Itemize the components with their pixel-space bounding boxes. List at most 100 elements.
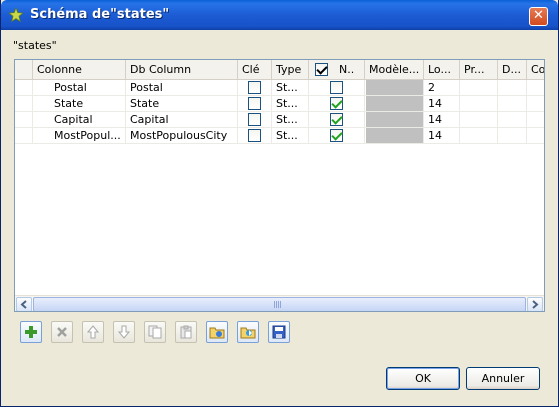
cell-cle[interactable] <box>238 128 272 144</box>
arrow-up-icon <box>86 325 100 339</box>
cell-cle[interactable] <box>238 96 272 112</box>
cell-commentaire[interactable] <box>527 96 544 112</box>
cell-longueur[interactable]: 14 <box>424 112 460 128</box>
key-checkbox[interactable] <box>248 129 261 142</box>
cancel-button[interactable]: Annuler <box>466 367 540 390</box>
cell-colonne[interactable]: Postal <box>33 80 126 96</box>
header-type[interactable]: Type <box>272 60 309 80</box>
cell-precision[interactable] <box>460 96 498 112</box>
header-nullable-label: N.. <box>339 63 355 76</box>
cell-defaut[interactable] <box>498 128 527 144</box>
remove-row-button[interactable] <box>51 321 73 343</box>
cell-modele[interactable] <box>365 96 424 112</box>
scroll-right-button[interactable] <box>527 297 543 311</box>
table-row[interactable]: MostPopul... MostPopulousCity St... 14 <box>15 128 544 144</box>
cell-commentaire[interactable] <box>527 128 544 144</box>
table-header: Colonne Db Column Clé Type N.. Modèle...… <box>15 60 544 80</box>
row-selector[interactable] <box>15 80 33 96</box>
move-down-button[interactable] <box>113 321 135 343</box>
save-icon <box>272 325 286 339</box>
cell-colonne[interactable]: MostPopul... <box>33 128 126 144</box>
cell-commentaire[interactable] <box>527 112 544 128</box>
select-all-nullable-checkbox[interactable] <box>315 63 328 76</box>
table-row[interactable]: State State St... 14 <box>15 96 544 112</box>
chevron-left-icon <box>20 300 27 309</box>
header-modele[interactable]: Modèle... <box>365 60 424 80</box>
row-selector[interactable] <box>15 128 33 144</box>
cell-cle[interactable] <box>238 112 272 128</box>
nullable-checkbox[interactable] <box>330 97 343 110</box>
cell-db-column[interactable]: State <box>126 96 238 112</box>
chevron-right-icon <box>532 300 539 309</box>
row-selector[interactable] <box>15 112 33 128</box>
cell-modele[interactable] <box>365 128 424 144</box>
cell-nullable[interactable] <box>309 80 365 96</box>
row-selector[interactable] <box>15 96 33 112</box>
header-defaut[interactable]: D... <box>498 60 527 80</box>
cell-modele[interactable] <box>365 112 424 128</box>
scroll-thumb[interactable] <box>33 297 526 311</box>
cell-defaut[interactable] <box>498 80 527 96</box>
cell-cle[interactable] <box>238 80 272 96</box>
title-bar[interactable]: Schéma de"states" ✕ <box>1 0 558 30</box>
key-checkbox[interactable] <box>248 97 261 110</box>
cell-type[interactable]: St... <box>272 80 309 96</box>
import-icon <box>209 327 225 339</box>
cell-longueur[interactable]: 14 <box>424 128 460 144</box>
table-row[interactable]: Postal Postal St... 2 <box>15 80 544 96</box>
header-cle[interactable]: Clé <box>238 60 272 80</box>
cell-colonne[interactable]: Capital <box>33 112 126 128</box>
nullable-checkbox[interactable] <box>330 81 343 94</box>
close-icon: ✕ <box>533 8 544 23</box>
cell-db-column[interactable]: Capital <box>126 112 238 128</box>
cell-db-column[interactable]: Postal <box>126 80 238 96</box>
ok-button[interactable]: OK <box>386 367 460 390</box>
cell-precision[interactable] <box>460 128 498 144</box>
arrow-down-icon <box>117 325 131 339</box>
horizontal-scrollbar[interactable] <box>15 295 544 311</box>
key-checkbox[interactable] <box>248 81 261 94</box>
cell-colonne[interactable]: State <box>33 96 126 112</box>
header-commentaire[interactable]: Co <box>527 60 544 80</box>
cell-longueur[interactable]: 2 <box>424 80 460 96</box>
header-longueur[interactable]: Lo... <box>424 60 460 80</box>
cell-nullable[interactable] <box>309 96 365 112</box>
paste-icon <box>180 325 192 339</box>
close-button[interactable]: ✕ <box>529 7 548 26</box>
cell-defaut[interactable] <box>498 112 527 128</box>
add-row-button[interactable] <box>20 321 42 343</box>
import-schema-button[interactable] <box>206 321 228 343</box>
remove-icon <box>57 327 67 337</box>
cell-defaut[interactable] <box>498 96 527 112</box>
header-row-selector <box>15 60 33 80</box>
cell-modele[interactable] <box>365 80 424 96</box>
copy-button[interactable] <box>144 321 166 343</box>
export-icon <box>240 327 256 339</box>
schema-name-label: "states" <box>13 39 57 52</box>
cell-type[interactable]: St... <box>272 128 309 144</box>
cell-commentaire[interactable] <box>527 80 544 96</box>
export-schema-button[interactable] <box>237 321 259 343</box>
header-nullable[interactable]: N.. <box>309 60 365 80</box>
cell-nullable[interactable] <box>309 128 365 144</box>
table-row[interactable]: Capital Capital St... 14 <box>15 112 544 128</box>
header-db-column[interactable]: Db Column <box>126 60 238 80</box>
move-up-button[interactable] <box>82 321 104 343</box>
nullable-checkbox[interactable] <box>330 113 343 126</box>
key-checkbox[interactable] <box>248 113 261 126</box>
nullable-checkbox[interactable] <box>330 129 343 142</box>
cell-precision[interactable] <box>460 80 498 96</box>
cell-longueur[interactable]: 14 <box>424 96 460 112</box>
paste-button[interactable] <box>175 321 197 343</box>
save-schema-button[interactable] <box>268 321 290 343</box>
scroll-left-button[interactable] <box>16 297 32 311</box>
cell-type[interactable]: St... <box>272 112 309 128</box>
add-icon <box>25 326 37 338</box>
header-precision[interactable]: Pr... <box>460 60 498 80</box>
cell-db-column[interactable]: MostPopulousCity <box>126 128 238 144</box>
header-colonne[interactable]: Colonne <box>33 60 126 80</box>
cell-nullable[interactable] <box>309 112 365 128</box>
copy-icon <box>148 325 162 339</box>
cell-precision[interactable] <box>460 112 498 128</box>
cell-type[interactable]: St... <box>272 96 309 112</box>
